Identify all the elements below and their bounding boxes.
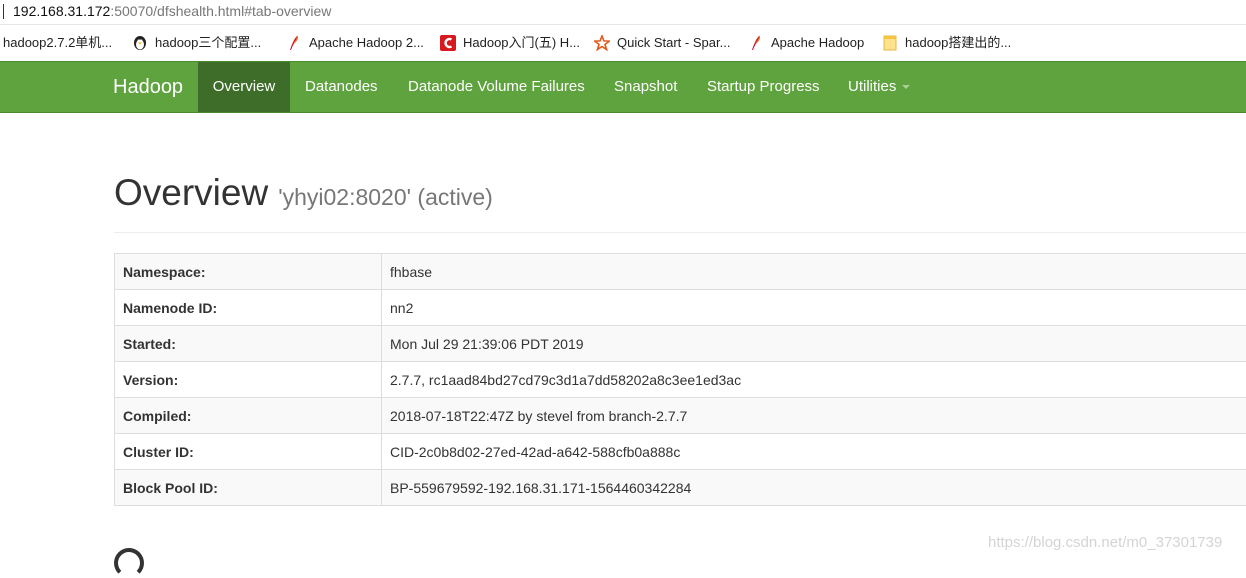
table-row: Started:Mon Jul 29 21:39:06 PDT 2019 [115, 326, 1246, 362]
row-value: 2018-07-18T22:47Z by stevel from branch-… [382, 398, 1246, 434]
tab-utilities[interactable]: Utilities [848, 62, 910, 112]
feather-icon [286, 35, 302, 51]
table-row: Cluster ID:CID-2c0b8d02-27ed-42ad-a642-5… [115, 434, 1246, 470]
row-value: fhbase [382, 254, 1246, 290]
next-section-heading-partial [114, 548, 144, 578]
table-row: Namenode ID:nn2 [115, 290, 1246, 326]
tab-snapshot[interactable]: Snapshot [614, 62, 677, 112]
row-value: nn2 [382, 290, 1246, 326]
tab-utilities-label: Utilities [848, 78, 896, 95]
bookmarks-bar: hadoop2.7.2单机... hadoop三个配置... Apache Ha… [0, 25, 1246, 61]
bookmark-hadoop-setup[interactable]: hadoop搭建出的... [882, 25, 1011, 61]
bookmark-apache-hadoop-2[interactable]: Apache Hadoop 2... [286, 25, 424, 61]
spark-star-icon [594, 35, 610, 51]
tab-overview[interactable]: Overview [198, 62, 290, 112]
bookmark-quick-start-spark[interactable]: Quick Start - Spar... [594, 25, 730, 61]
row-value: 2.7.7, rc1aad84bd27cd79c3d1a7dd58202a8c3… [382, 362, 1246, 398]
bookmark-label: hadoop2.7.2单机... [3, 25, 112, 61]
overview-table: Namespace:fhbase Namenode ID:nn2 Started… [114, 253, 1246, 506]
row-key: Namenode ID: [115, 290, 382, 326]
brand-link[interactable]: Hadoop [113, 62, 183, 112]
row-key: Version: [115, 362, 382, 398]
penguin-icon [132, 35, 148, 51]
text-cursor [3, 4, 4, 19]
bookmark-label: Apache Hadoop 2... [309, 25, 424, 61]
url-path: :50070/dfshealth.html#tab-overview [110, 3, 331, 19]
row-value: CID-2c0b8d02-27ed-42ad-a642-588cfb0a888c [382, 434, 1246, 470]
top-navbar: Hadoop Overview Datanodes Datanode Volum… [0, 61, 1246, 113]
bookmark-apache-hadoop[interactable]: Apache Hadoop [748, 25, 864, 61]
csdn-icon [440, 35, 456, 51]
row-key: Cluster ID: [115, 434, 382, 470]
feather-icon [748, 35, 764, 51]
row-value: BP-559679592-192.168.31.171-156446034228… [382, 470, 1246, 506]
bookmark-label: Quick Start - Spar... [617, 25, 730, 61]
page-header: Overview 'yhyi02:8020' (active) [114, 170, 1246, 233]
note-icon [882, 35, 898, 51]
table-row: Block Pool ID:BP-559679592-192.168.31.17… [115, 470, 1246, 506]
table-row: Version:2.7.7, rc1aad84bd27cd79c3d1a7dd5… [115, 362, 1246, 398]
chevron-down-icon [902, 85, 910, 89]
table-row: Namespace:fhbase [115, 254, 1246, 290]
bookmark-hadoop-config[interactable]: hadoop三个配置... [132, 25, 261, 61]
url-text[interactable]: 192.168.31.172:50070/dfshealth.html#tab-… [13, 0, 331, 22]
bookmark-hadoop-intro[interactable]: Hadoop入门(五) H... [440, 25, 580, 61]
bookmark-hadoop-single[interactable]: hadoop2.7.2单机... [3, 25, 112, 61]
row-key: Namespace: [115, 254, 382, 290]
bookmark-label: Apache Hadoop [771, 25, 864, 61]
row-key: Compiled: [115, 398, 382, 434]
page-title: Overview 'yhyi02:8020' (active) [114, 172, 493, 214]
table-row: Compiled:2018-07-18T22:47Z by stevel fro… [115, 398, 1246, 434]
namenode-address: 'yhyi02:8020' (active) [278, 184, 493, 210]
bookmark-label: hadoop搭建出的... [905, 25, 1011, 61]
row-key: Started: [115, 326, 382, 362]
page-title-text: Overview [114, 172, 268, 213]
tab-datanode-volume-failures[interactable]: Datanode Volume Failures [408, 62, 585, 112]
row-value: Mon Jul 29 21:39:06 PDT 2019 [382, 326, 1246, 362]
bookmark-label: hadoop三个配置... [155, 25, 261, 61]
row-key: Block Pool ID: [115, 470, 382, 506]
bookmark-label: Hadoop入门(五) H... [463, 25, 580, 61]
tab-datanodes[interactable]: Datanodes [305, 62, 378, 112]
tab-startup-progress[interactable]: Startup Progress [707, 62, 820, 112]
address-bar[interactable]: 192.168.31.172:50070/dfshealth.html#tab-… [0, 0, 1246, 25]
url-host: 192.168.31.172 [13, 3, 110, 19]
watermark: https://blog.csdn.net/m0_37301739 [988, 534, 1222, 551]
